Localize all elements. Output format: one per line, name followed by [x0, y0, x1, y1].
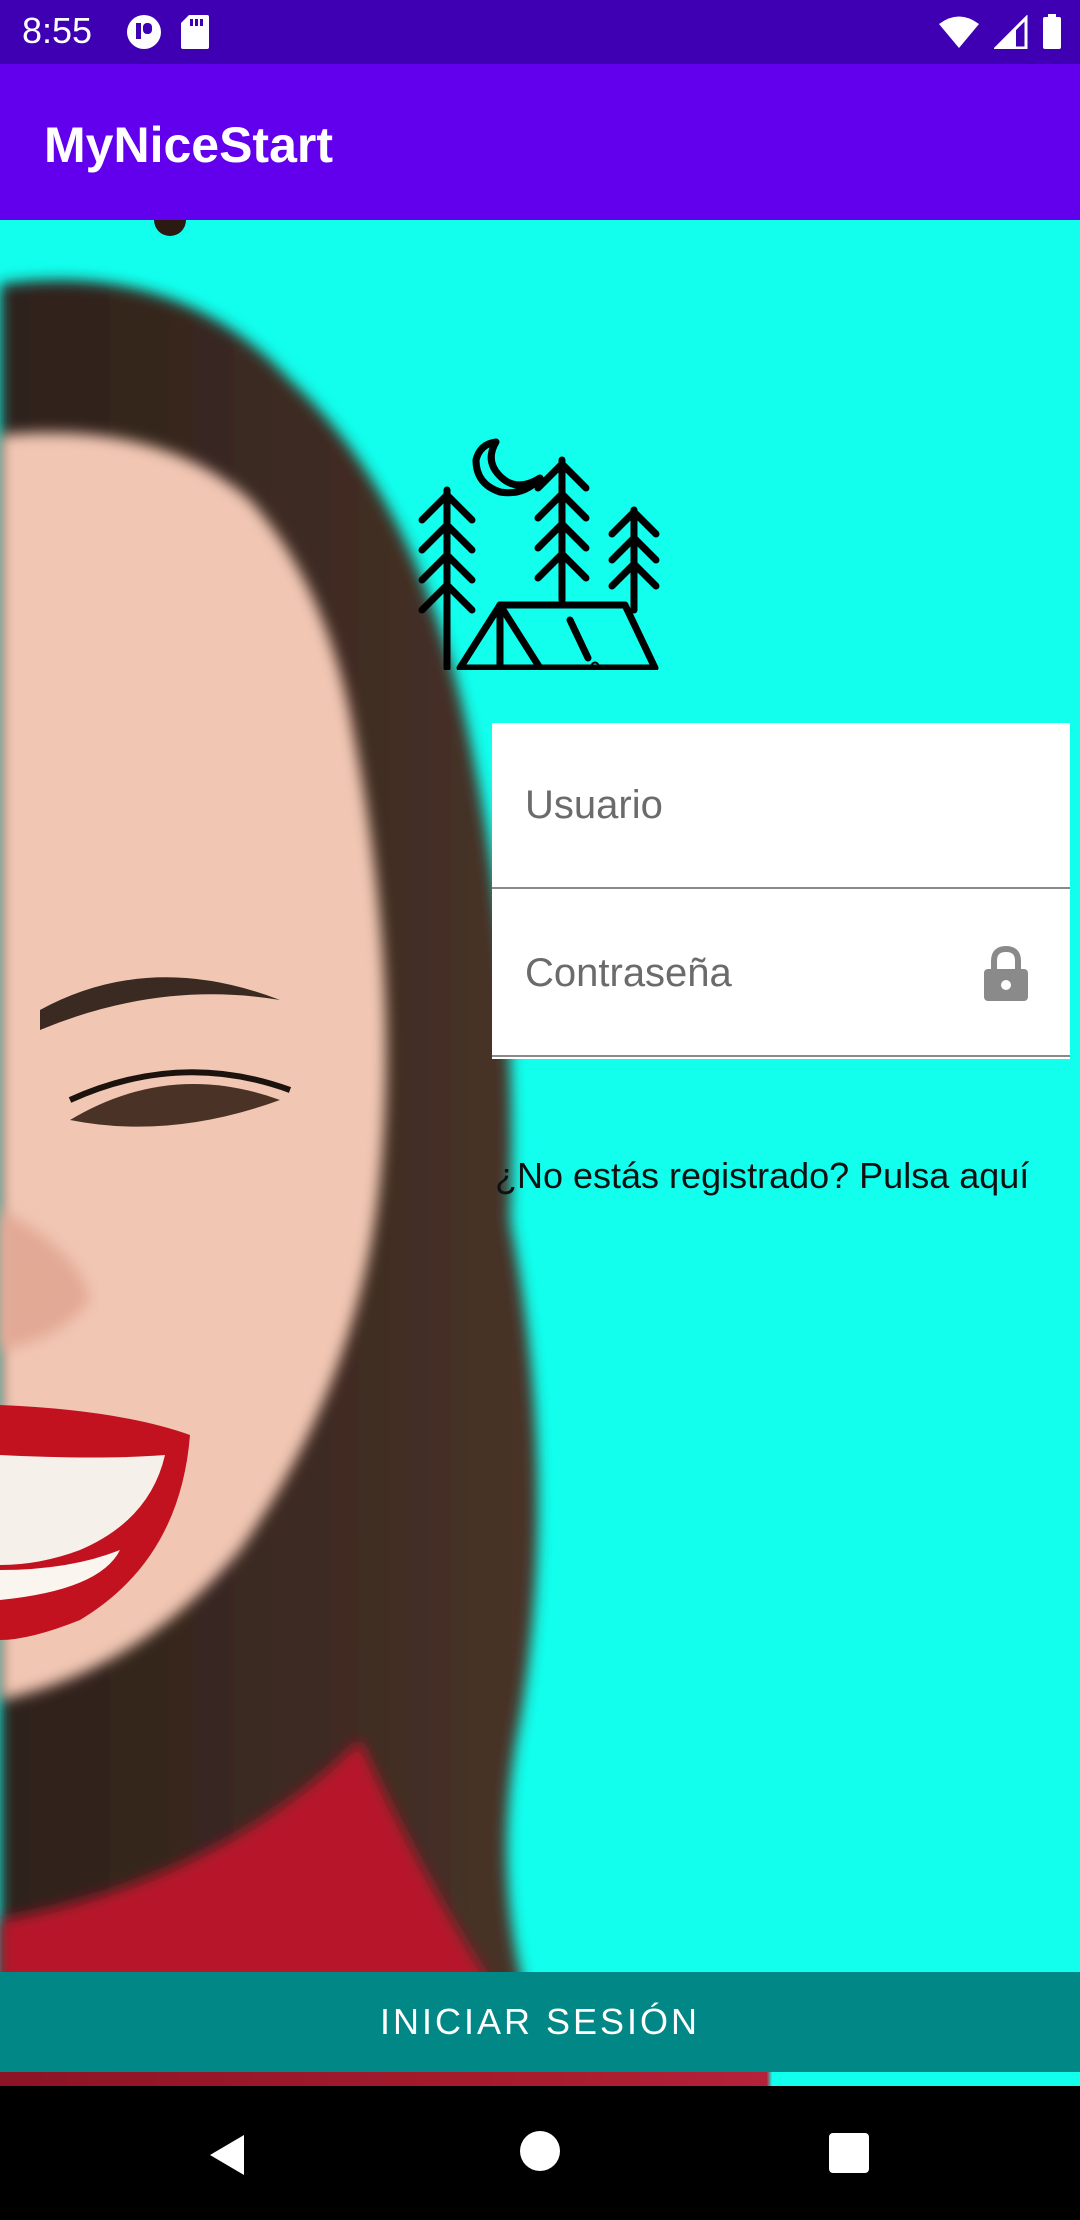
register-link[interactable]: ¿No estás registrado? Pulsa aquí [495, 1155, 1029, 1197]
sd-card-icon [180, 14, 210, 55]
home-icon[interactable] [519, 2130, 561, 2177]
battery-icon [1042, 14, 1062, 55]
password-field[interactable] [525, 891, 975, 1055]
wifi-icon [938, 15, 980, 54]
username-field-container [492, 723, 1070, 889]
back-icon[interactable] [206, 2132, 248, 2183]
app-bar: MyNiceStart [0, 64, 1080, 220]
cast-icon [126, 14, 162, 55]
camping-tent-icon [418, 438, 660, 670]
status-right-icons [938, 14, 1062, 55]
password-field-container [492, 891, 1070, 1057]
status-bar: 8:55 [0, 0, 1080, 64]
signal-icon [992, 14, 1028, 54]
login-form [492, 723, 1070, 1059]
app-title: MyNiceStart [44, 117, 333, 173]
recents-icon[interactable] [828, 2132, 870, 2179]
username-field[interactable] [525, 723, 975, 887]
login-screen: ¿No estás registrado? Pulsa aquí INICIAR… [0, 220, 1080, 2086]
bottom-strip [0, 2072, 1080, 2086]
status-left-icons [126, 14, 210, 55]
status-time: 8:55 [22, 10, 93, 51]
navigation-bar [0, 2086, 1080, 2220]
login-button[interactable]: INICIAR SESIÓN [0, 1972, 1080, 2072]
lock-icon [982, 945, 1030, 1008]
